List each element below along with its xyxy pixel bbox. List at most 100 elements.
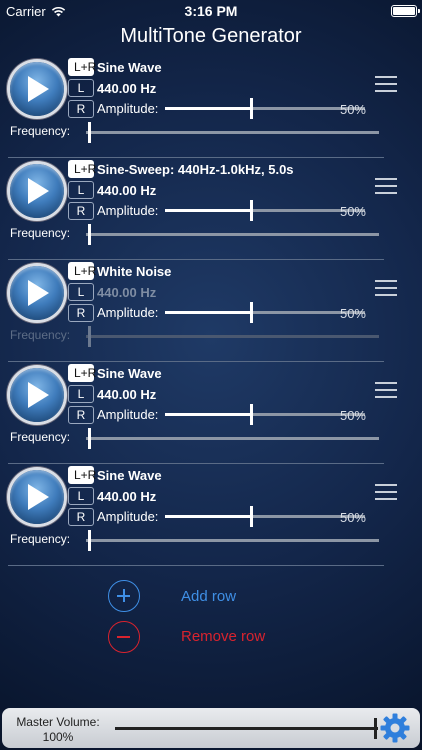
frequency-label: Frequency: [10, 226, 71, 240]
hamburger-menu-icon[interactable] [375, 484, 397, 500]
wave-name[interactable]: Sine Wave [97, 468, 162, 483]
amplitude-slider[interactable] [165, 302, 365, 323]
channel-lr-button[interactable]: L+R [68, 58, 96, 76]
frequency-value[interactable]: 440.00 Hz [97, 489, 156, 504]
amplitude-percent: 50% [339, 408, 366, 423]
hamburger-menu-icon[interactable] [375, 280, 397, 296]
amplitude-slider[interactable] [165, 98, 365, 119]
frequency-value[interactable]: 440.00 Hz [97, 285, 156, 300]
master-volume-thumb[interactable] [374, 718, 377, 739]
amplitude-label: Amplitude: [97, 101, 159, 116]
play-icon [28, 280, 49, 306]
channel-r-button[interactable]: R [68, 304, 94, 322]
frequency-thumb[interactable] [88, 122, 91, 143]
channel-l-button[interactable]: L [68, 181, 94, 199]
amplitude-percent: 50% [339, 510, 366, 525]
amplitude-fill [165, 413, 251, 416]
master-volume-title: Master Volume: [16, 715, 100, 729]
channel-l-button[interactable]: L [68, 487, 94, 505]
play-button[interactable] [10, 62, 64, 116]
channel-l-button[interactable]: L [68, 283, 94, 301]
frequency-label: Frequency: [10, 328, 71, 342]
amplitude-thumb[interactable] [250, 404, 253, 425]
amplitude-slider[interactable] [165, 200, 365, 221]
amplitude-fill [165, 515, 251, 518]
frequency-label: Frequency: [10, 124, 71, 138]
tone-row: L+R L R Sine Wave 440.00 Hz Amplitude: 5… [0, 362, 422, 464]
channel-l-button[interactable]: L [68, 79, 94, 97]
master-volume-label: Master Volume: 100% [8, 715, 108, 745]
frequency-value[interactable]: 440.00 Hz [97, 81, 156, 96]
frequency-thumb[interactable] [88, 224, 91, 245]
amplitude-slider[interactable] [165, 404, 365, 425]
tone-row: L+R L R White Noise 440.00 Hz Amplitude:… [0, 260, 422, 362]
plus-circle-icon[interactable] [108, 580, 140, 612]
row-divider [8, 565, 384, 566]
play-button[interactable] [10, 368, 64, 422]
frequency-slider[interactable] [86, 122, 379, 143]
play-button[interactable] [10, 470, 64, 524]
master-volume-bar: Master Volume: 100% [2, 708, 420, 748]
play-button[interactable] [10, 266, 64, 320]
amplitude-label: Amplitude: [97, 407, 159, 422]
frequency-slider[interactable] [86, 530, 379, 551]
master-volume-value: 100% [42, 730, 74, 744]
channel-lr-button[interactable]: L+R [68, 364, 96, 382]
wave-name[interactable]: Sine Wave [97, 60, 162, 75]
battery-icon [391, 5, 420, 17]
channel-r-button[interactable]: R [68, 202, 94, 220]
hamburger-menu-icon[interactable] [375, 178, 397, 194]
hamburger-menu-icon[interactable] [375, 76, 397, 92]
frequency-value[interactable]: 440.00 Hz [97, 387, 156, 402]
frequency-thumb[interactable] [88, 428, 91, 449]
frequency-slider[interactable] [86, 428, 379, 449]
amplitude-slider[interactable] [165, 506, 365, 527]
amplitude-fill [165, 107, 251, 110]
tone-row: L+R L R Sine Wave 440.00 Hz Amplitude: 5… [0, 464, 422, 566]
frequency-label: Frequency: [10, 430, 71, 444]
channel-lr-button[interactable]: L+R [68, 466, 96, 484]
play-button[interactable] [10, 164, 64, 218]
wave-name[interactable]: White Noise [97, 264, 171, 279]
frequency-value[interactable]: 440.00 Hz [97, 183, 156, 198]
app-title: MultiTone Generator [120, 25, 302, 47]
frequency-slider[interactable] [86, 326, 379, 347]
amplitude-percent: 50% [339, 102, 366, 117]
add-row-button[interactable]: Add row [181, 588, 236, 605]
amplitude-percent: 50% [339, 204, 366, 219]
hamburger-menu-icon[interactable] [375, 382, 397, 398]
wave-name[interactable]: Sine Wave [97, 366, 162, 381]
remove-row-button[interactable]: Remove row [181, 628, 265, 645]
channel-lr-button[interactable]: L+R [68, 262, 96, 280]
frequency-thumb[interactable] [88, 530, 91, 551]
amplitude-thumb[interactable] [250, 98, 253, 119]
status-time: 3:16 PM [184, 3, 238, 19]
amplitude-label: Amplitude: [97, 509, 159, 524]
master-volume-slider[interactable] [115, 718, 378, 739]
frequency-slider[interactable] [86, 224, 379, 245]
play-icon [28, 382, 49, 408]
tone-row: L+R L R Sine Wave 440.00 Hz Amplitude: 5… [0, 56, 422, 158]
channel-r-button[interactable]: R [68, 508, 94, 526]
amplitude-label: Amplitude: [97, 203, 159, 218]
amplitude-percent: 50% [339, 306, 366, 321]
tone-row: L+R L R Sine-Sweep: 440Hz-1.0kHz, 5.0s 4… [0, 158, 422, 260]
frequency-label: Frequency: [10, 532, 71, 546]
channel-r-button[interactable]: R [68, 406, 94, 424]
amplitude-thumb[interactable] [250, 200, 253, 221]
channel-lr-button[interactable]: L+R [68, 160, 96, 178]
channel-r-button[interactable]: R [68, 100, 94, 118]
gear-icon[interactable] [379, 712, 411, 744]
wave-name[interactable]: Sine-Sweep: 440Hz-1.0kHz, 5.0s [97, 162, 294, 177]
play-icon [28, 484, 49, 510]
amplitude-thumb[interactable] [250, 506, 253, 527]
play-icon [28, 76, 49, 102]
amplitude-fill [165, 311, 251, 314]
amplitude-thumb[interactable] [250, 302, 253, 323]
channel-l-button[interactable]: L [68, 385, 94, 403]
amplitude-label: Amplitude: [97, 305, 159, 320]
status-bar: Carrier 3:16 PM [0, 0, 422, 22]
minus-circle-icon[interactable] [108, 621, 140, 653]
play-icon [28, 178, 49, 204]
frequency-thumb[interactable] [88, 326, 91, 347]
